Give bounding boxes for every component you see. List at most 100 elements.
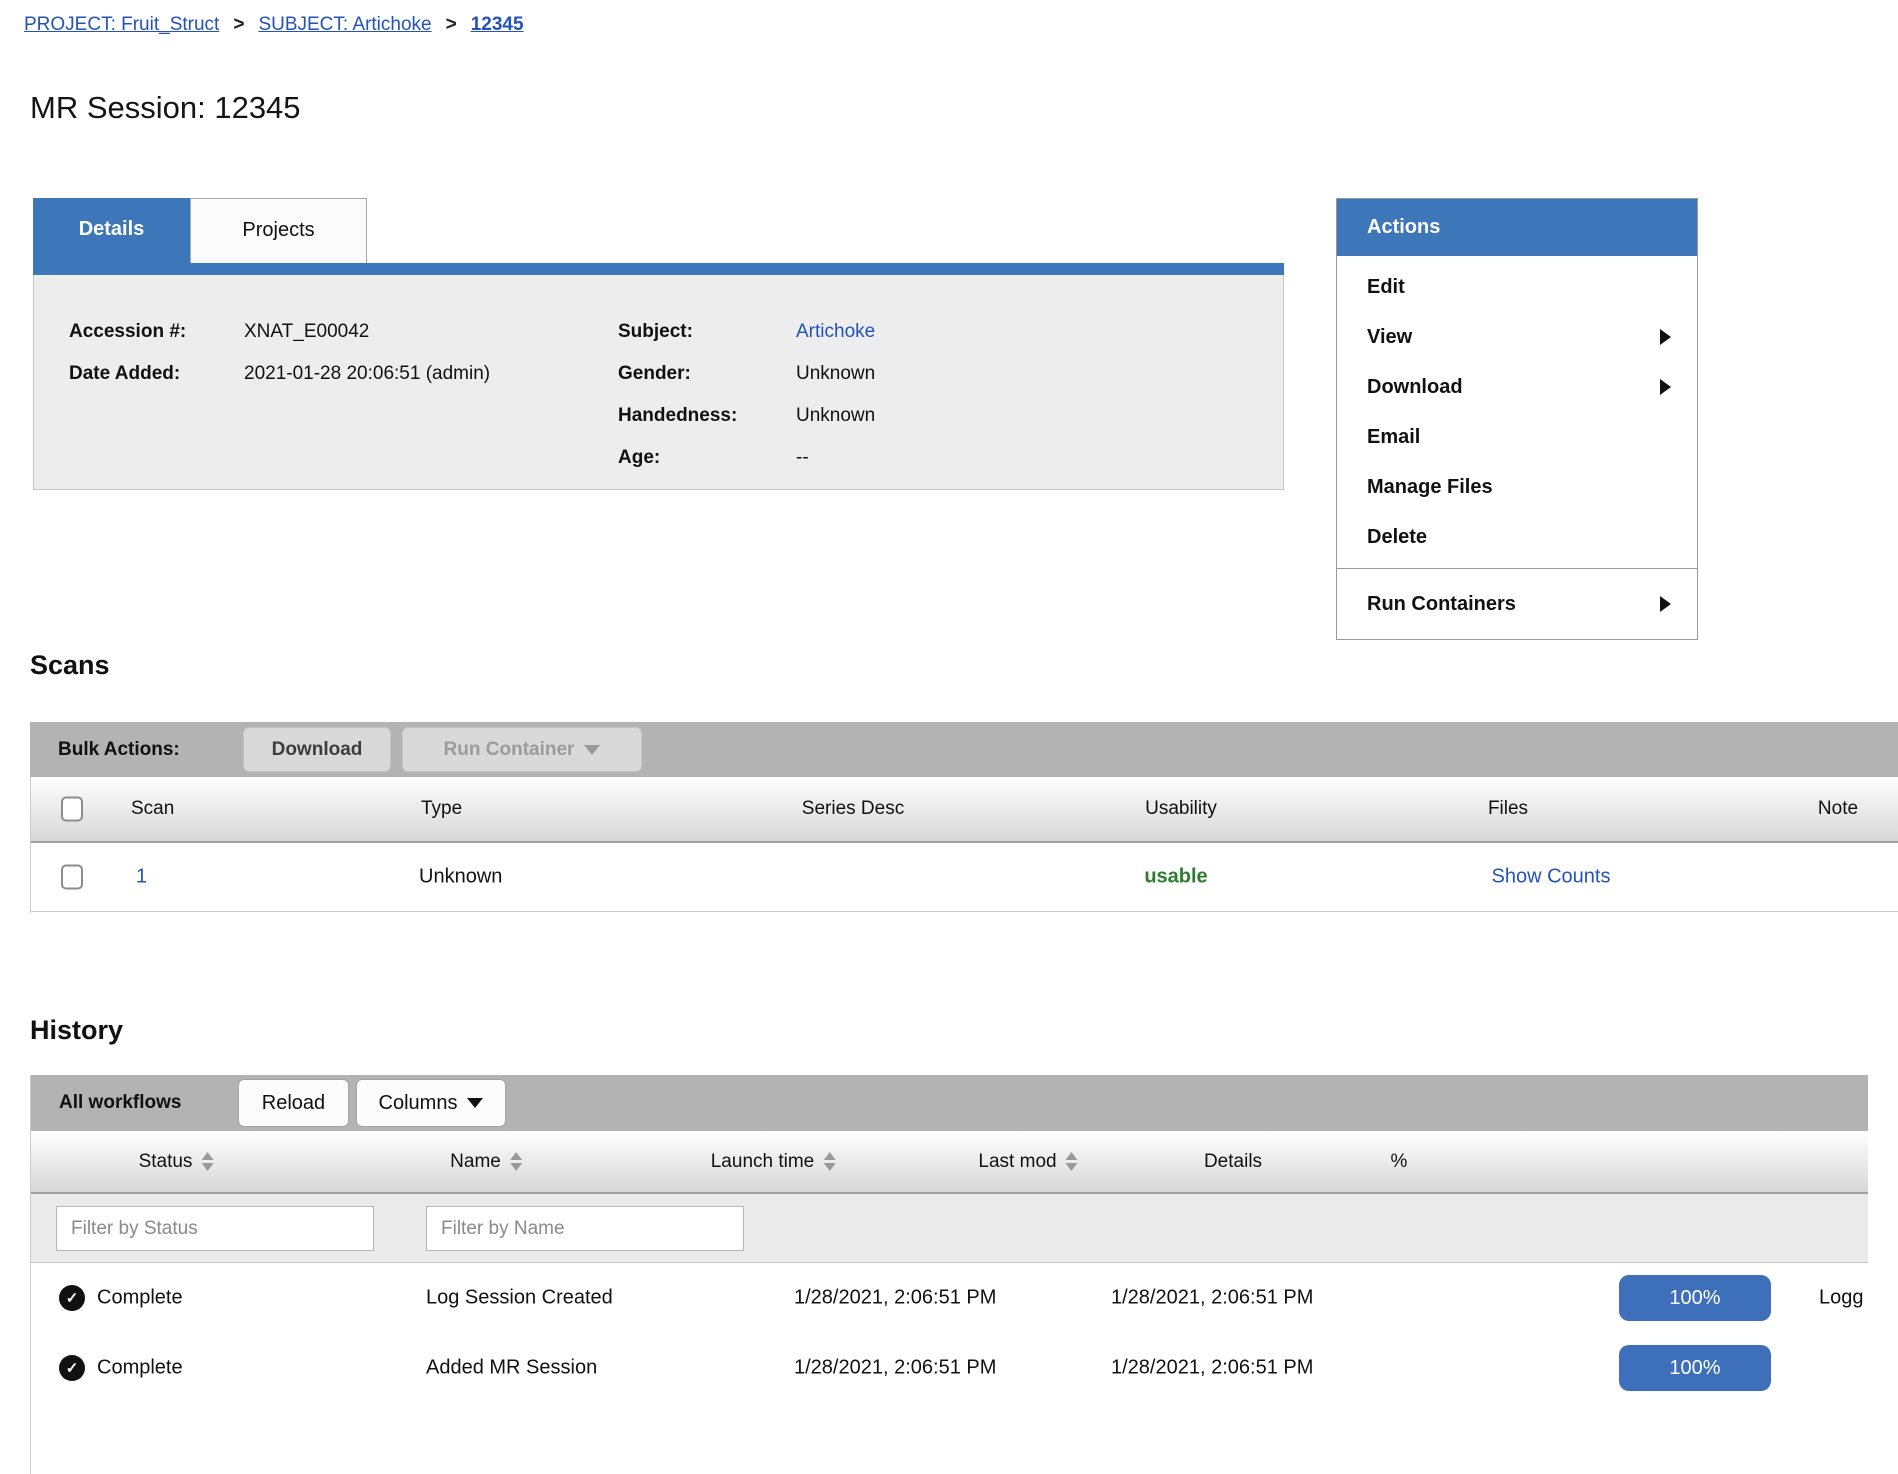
status-column-header[interactable]: Status (139, 1151, 214, 1173)
filter-status-input[interactable] (56, 1206, 374, 1251)
history-filter-row (31, 1194, 1868, 1263)
tab-accent-bar (33, 263, 1284, 275)
tab-projects[interactable]: Projects (190, 198, 367, 263)
action-view[interactable]: View (1337, 312, 1697, 362)
launch-time-column-header[interactable]: Launch time (711, 1151, 836, 1173)
breadcrumb-subject-link[interactable]: SUBJECT: Artichoke (258, 14, 431, 36)
history-row: ✓ Complete Log Session Created 1/28/2021… (31, 1263, 1868, 1333)
breadcrumb-project-link[interactable]: PROJECT: Fruit_Struct (24, 14, 219, 36)
history-row: ✓ Complete Added MR Session 1/28/2021, 2… (31, 1333, 1868, 1403)
action-delete[interactable]: Delete (1337, 512, 1697, 562)
breadcrumb-separator: > (446, 14, 457, 36)
progress-pill[interactable]: 100% (1619, 1275, 1771, 1321)
filter-name-input[interactable] (426, 1206, 744, 1251)
series-desc-column-header: Series Desc (802, 798, 904, 820)
gender-value: Unknown (796, 353, 875, 395)
details-panel: Accession #: XNAT_E00042 Date Added: 202… (33, 275, 1284, 490)
workflow-launch-time: 1/28/2021, 2:06:51 PM (794, 1357, 996, 1380)
page-title: MR Session: 12345 (30, 90, 301, 126)
dropdown-caret-icon (467, 1098, 483, 1108)
age-value: -- (796, 437, 809, 479)
gender-field: Gender: Unknown (618, 353, 875, 395)
history-table: All workflows Reload Columns Status Name… (30, 1075, 1868, 1474)
workflow-details-text: Logg (1819, 1287, 1864, 1310)
workflow-status: Complete (97, 1357, 183, 1380)
history-table-header: Status Name Launch time Last mod Details… (31, 1131, 1868, 1194)
breadcrumb: PROJECT: Fruit_Struct > SUBJECT: Articho… (24, 14, 524, 36)
scan-type-value: Unknown (419, 866, 502, 889)
accession-label: Accession #: (69, 311, 244, 353)
show-counts-link[interactable]: Show Counts (1492, 866, 1611, 889)
complete-check-icon: ✓ (59, 1355, 85, 1381)
scan-id-link[interactable]: 1 (136, 866, 147, 889)
name-column-header[interactable]: Name (450, 1151, 522, 1173)
handedness-field: Handedness: Unknown (618, 395, 875, 437)
details-left-column: Accession #: XNAT_E00042 Date Added: 202… (69, 311, 490, 395)
dropdown-caret-icon (584, 745, 600, 755)
action-download[interactable]: Download (1337, 362, 1697, 412)
bulk-download-button[interactable]: Download (243, 727, 391, 772)
reload-button[interactable]: Reload (238, 1079, 349, 1127)
tab-details[interactable]: Details (33, 198, 190, 263)
subject-label: Subject: (618, 311, 796, 353)
scans-table: Scan Type Series Desc Usability Files No… (30, 777, 1898, 913)
workflow-name: Added MR Session (426, 1357, 597, 1380)
action-email[interactable]: Email (1337, 412, 1697, 462)
complete-check-icon: ✓ (59, 1285, 85, 1311)
breadcrumb-session-link[interactable]: 12345 (471, 14, 524, 36)
scan-column-header: Scan (131, 798, 174, 820)
submenu-arrow-icon (1660, 596, 1671, 612)
subject-link[interactable]: Artichoke (796, 311, 875, 353)
accession-value: XNAT_E00042 (244, 311, 369, 353)
usability-column-header: Usability (1145, 798, 1217, 820)
scans-toolbar: Bulk Actions: Download Run Container (30, 722, 1898, 777)
date-added-field: Date Added: 2021-01-28 20:06:51 (admin) (69, 353, 490, 395)
scan-row-checkbox[interactable] (61, 865, 83, 890)
note-column-header: Note (1818, 798, 1858, 820)
breadcrumb-separator: > (233, 14, 244, 36)
gender-label: Gender: (618, 353, 796, 395)
actions-menu-title: Actions (1337, 199, 1697, 256)
columns-button[interactable]: Columns (356, 1079, 506, 1127)
subject-field: Subject: Artichoke (618, 311, 875, 353)
submenu-arrow-icon (1660, 379, 1671, 395)
workflow-last-mod: 1/28/2021, 2:06:51 PM (1111, 1287, 1313, 1310)
age-field: Age: -- (618, 437, 875, 479)
handedness-label: Handedness: (618, 395, 796, 437)
bulk-run-container-button[interactable]: Run Container (402, 727, 642, 772)
tab-bar: Details Projects (33, 198, 1284, 263)
action-run-containers[interactable]: Run Containers (1337, 575, 1697, 633)
action-edit[interactable]: Edit (1337, 262, 1697, 312)
sort-icon (823, 1152, 835, 1171)
actions-menu-footer: Run Containers (1337, 568, 1697, 639)
select-all-checkbox[interactable] (61, 797, 83, 822)
scan-row: 1 Unknown usable Show Counts (31, 843, 1898, 912)
details-right-column: Subject: Artichoke Gender: Unknown Hande… (618, 311, 875, 479)
handedness-value: Unknown (796, 395, 875, 437)
mr-session-page: PROJECT: Fruit_Struct > SUBJECT: Articho… (0, 0, 1898, 1474)
submenu-arrow-icon (1660, 329, 1671, 345)
accession-field: Accession #: XNAT_E00042 (69, 311, 490, 353)
workflow-launch-time: 1/28/2021, 2:06:51 PM (794, 1287, 996, 1310)
actions-menu: Actions Edit View Download Email Manage … (1336, 198, 1698, 640)
actions-menu-list: Edit View Download Email Manage Files De… (1337, 256, 1697, 568)
progress-pill[interactable]: 100% (1619, 1345, 1771, 1391)
details-block: Details Projects Accession #: XNAT_E0004… (33, 198, 1284, 490)
percent-column-header: % (1391, 1151, 1408, 1173)
date-added-value: 2021-01-28 20:06:51 (admin) (244, 353, 490, 395)
scans-heading: Scans (30, 650, 110, 681)
action-manage-files[interactable]: Manage Files (1337, 462, 1697, 512)
sort-icon (510, 1152, 522, 1171)
history-heading: History (30, 1015, 123, 1046)
workflow-last-mod: 1/28/2021, 2:06:51 PM (1111, 1357, 1313, 1380)
last-mod-column-header[interactable]: Last mod (978, 1151, 1077, 1173)
sort-icon (201, 1152, 213, 1171)
workflow-status: Complete (97, 1287, 183, 1310)
date-added-label: Date Added: (69, 353, 244, 395)
all-workflows-label: All workflows (59, 1092, 181, 1114)
age-label: Age: (618, 437, 796, 479)
scan-usability-value: usable (1144, 866, 1207, 889)
details-column-header: Details (1204, 1151, 1262, 1173)
history-toolbar: All workflows Reload Columns (31, 1075, 1868, 1131)
files-column-header: Files (1488, 798, 1528, 820)
